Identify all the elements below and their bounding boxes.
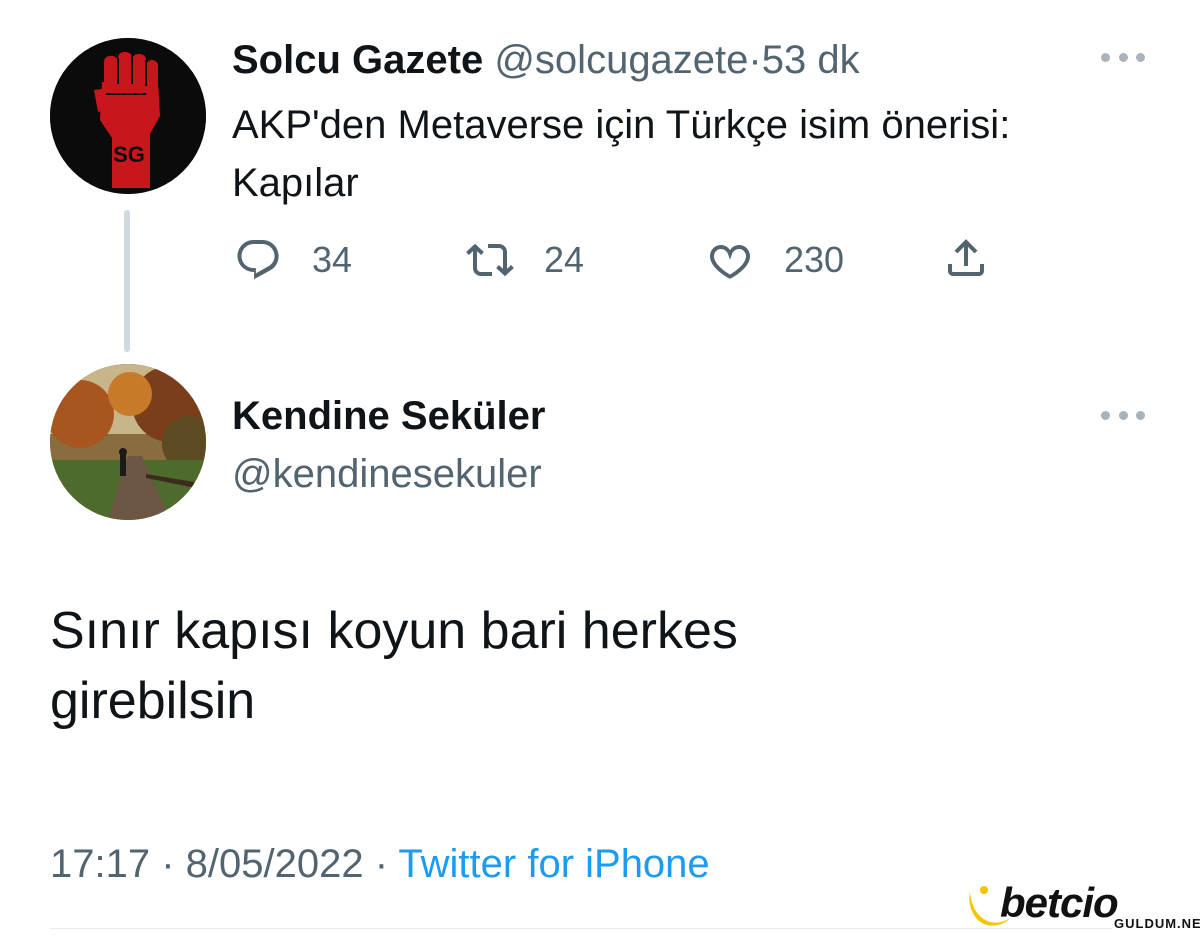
author-handle[interactable]: @solcugazete [494,38,748,82]
author-name[interactable]: Solcu Gazete [232,38,483,82]
like-button[interactable]: 230 [706,236,844,284]
tweet-text-line: girebilsin [50,672,256,730]
more-options-icon[interactable] [1101,50,1145,64]
retweet-icon [466,243,514,277]
retweet-button[interactable]: 24 [466,236,584,284]
author-handle[interactable]: @kendinesekuler [232,450,542,498]
avatar-logo-text: SG [113,142,145,167]
thread-connector-line [124,210,130,352]
more-options-icon[interactable] [1101,408,1145,422]
tweet-text-line: AKP'den Metaverse için Türkçe isim öneri… [232,103,1011,147]
share-button[interactable] [942,234,990,282]
watermark-site: GULDUM.NET [1112,916,1200,931]
share-icon [948,239,984,276]
tweet-timestamp[interactable]: 17:17 · 8/05/2022 · [50,842,388,886]
tweet-text: Sınır kapısı koyun bari herkes girebilsi… [50,596,1050,736]
reply-icon [237,240,279,280]
avatar-solcu-gazete[interactable]: SG [50,38,206,194]
tweet-header: Solcu Gazete @solcugazete·53 dk [232,36,860,84]
raised-fist-logo: SG [50,38,206,194]
author-name[interactable]: Kendine Seküler [232,392,545,440]
tweet-time[interactable]: 53 dk [762,38,860,82]
watermark-brand: betcio [1000,879,1119,926]
tweet-text-line: Sınır kapısı koyun bari herkes [50,602,738,660]
tweet-text: AKP'den Metaverse için Türkçe isim öneri… [232,96,1152,212]
retweet-count: 24 [544,239,585,280]
like-count: 230 [784,239,845,280]
reply-count: 34 [312,239,353,280]
tweet-meta: 17:17 · 8/05/2022 · Twitter for iPhone [50,838,710,890]
header-separator: · [748,38,762,82]
tweet-source-link[interactable]: Twitter for iPhone [398,842,709,886]
heart-icon [710,244,750,279]
tweet-text-line: Kapılar [232,161,359,205]
autumn-path-photo [50,364,206,520]
avatar-kendine-sekuler[interactable] [50,364,206,520]
reply-button[interactable]: 34 [234,236,352,284]
